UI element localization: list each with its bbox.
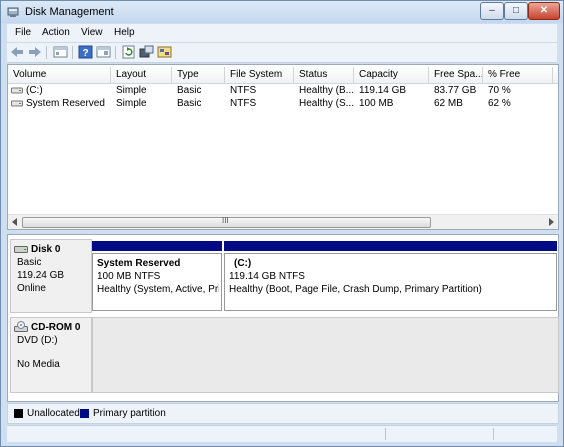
window-title: Disk Management	[25, 6, 114, 18]
disk-type: DVD (D:)	[17, 335, 58, 346]
drive-icon	[11, 100, 23, 107]
column-header-row: Volume Layout Type File System Status Ca…	[8, 67, 558, 84]
scrollbar-thumb[interactable]: III	[22, 216, 431, 228]
cd-rom-icon	[14, 321, 28, 332]
legend-label: Unallocated	[27, 408, 80, 419]
toolbar-separator	[46, 46, 47, 59]
toolbar-separator	[115, 46, 116, 59]
column-header-volume[interactable]: Volume	[8, 67, 111, 83]
column-header-type[interactable]: Type	[172, 67, 225, 83]
volume-free-space: 83.77 GB	[434, 85, 477, 96]
status-divider	[493, 428, 494, 440]
volume-percent-free: 70 %	[488, 85, 511, 96]
column-header-percent-free[interactable]: % Free	[483, 67, 553, 83]
disk-0-label[interactable]: Disk 0 Basic 119.24 GB Online	[10, 239, 92, 313]
disk-size: 119.24 GB	[17, 270, 65, 281]
partition-title: (C:)	[234, 258, 252, 269]
column-header-file-system[interactable]: File System	[225, 67, 294, 83]
volume-file-system: NTFS	[230, 98, 257, 109]
status-bar	[7, 425, 557, 442]
partition-c-drive[interactable]: (C:) 119.14 GB NTFS Healthy (Boot, Page …	[224, 253, 557, 311]
partition-status: Healthy (System, Active, Prir	[97, 284, 219, 295]
legend: Unallocated Primary partition	[7, 403, 559, 424]
horizontal-scrollbar[interactable]: III	[8, 214, 558, 229]
unallocated-swatch	[14, 409, 23, 418]
volume-free-space: 62 MB	[434, 98, 463, 109]
menu-file[interactable]: File	[15, 27, 31, 38]
disk-name: Disk 0	[31, 244, 61, 255]
refresh-icon[interactable]	[121, 45, 136, 59]
c-drive-bar	[224, 241, 557, 251]
cdrom-empty-area	[92, 317, 559, 393]
volume-name: (C:)	[26, 85, 43, 96]
disk-properties-icon[interactable]	[157, 45, 172, 59]
volume-file-system: NTFS	[230, 85, 257, 96]
disk-type: Basic	[17, 257, 42, 268]
scroll-left-icon[interactable]	[11, 218, 18, 226]
volume-percent-free: 62 %	[488, 98, 511, 109]
close-button[interactable]: ✕	[528, 2, 560, 20]
toolbar-separator	[72, 46, 73, 59]
partition-title: System Reserved	[97, 258, 181, 269]
disk-name: CD-ROM 0	[31, 322, 81, 333]
disk-management-icon	[7, 7, 19, 17]
column-header-status[interactable]: Status	[294, 67, 354, 83]
menu-bar: File Action View Help	[7, 24, 557, 43]
volume-layout: Simple	[116, 85, 147, 96]
svg-text:?: ?	[82, 48, 88, 59]
menu-view[interactable]: View	[81, 27, 103, 38]
disk-media: No Media	[17, 359, 60, 370]
menu-help[interactable]: Help	[114, 27, 135, 38]
drive-icon	[11, 87, 23, 94]
legend-label: Primary partition	[93, 408, 166, 419]
menu-action[interactable]: Action	[42, 27, 70, 38]
title-bar[interactable]: Disk Management – □ ✕	[1, 1, 563, 23]
status-divider	[385, 428, 386, 440]
volume-type: Basic	[177, 85, 202, 96]
scrollbar-grip: III	[222, 216, 229, 225]
help-icon[interactable]: ?	[78, 45, 93, 59]
console-tree-icon[interactable]	[53, 45, 68, 59]
volume-list: Volume Layout Type File System Status Ca…	[7, 64, 559, 230]
minimize-button[interactable]: –	[480, 2, 504, 20]
toolbar: ?	[7, 43, 557, 63]
disk-graph-pane: Disk 0 Basic 119.24 GB Online System Res…	[7, 234, 559, 402]
volume-status: Healthy (S...	[299, 98, 354, 109]
column-header-layout[interactable]: Layout	[111, 67, 172, 83]
properties-icon[interactable]	[96, 45, 111, 59]
column-header-capacity[interactable]: Capacity	[354, 67, 429, 83]
rescan-disks-icon[interactable]	[139, 45, 154, 59]
partition-size: 119.14 GB NTFS	[229, 271, 305, 282]
partition-status: Healthy (Boot, Page File, Crash Dump, Pr…	[229, 284, 482, 295]
system-reserved-bar	[92, 241, 222, 251]
hard-disk-icon	[14, 246, 28, 253]
column-header-free-space[interactable]: Free Spa...	[429, 67, 483, 83]
cdrom-0-label[interactable]: CD-ROM 0 DVD (D:) No Media	[10, 317, 92, 393]
partition-size: 100 MB NTFS	[97, 271, 161, 282]
back-icon[interactable]	[10, 45, 25, 59]
partition-system-reserved[interactable]: System Reserved 100 MB NTFS Healthy (Sys…	[92, 253, 222, 311]
maximize-button[interactable]: □	[504, 2, 528, 20]
volume-name: System Reserved	[26, 98, 105, 109]
volume-layout: Simple	[116, 98, 147, 109]
volume-status: Healthy (B...	[299, 85, 354, 96]
forward-icon[interactable]	[27, 45, 42, 59]
volume-capacity: 100 MB	[359, 98, 394, 109]
volume-capacity: 119.14 GB	[359, 85, 407, 96]
disk-state: Online	[17, 283, 46, 294]
table-row[interactable]: (C:) Simple Basic NTFS Healthy (B... 119…	[8, 84, 558, 97]
table-row[interactable]: System Reserved Simple Basic NTFS Health…	[8, 97, 558, 110]
volume-type: Basic	[177, 98, 202, 109]
primary-partition-swatch	[80, 409, 89, 418]
disk-management-window: Disk Management – □ ✕ File Action View H…	[0, 0, 564, 447]
scroll-right-icon[interactable]	[548, 218, 555, 226]
